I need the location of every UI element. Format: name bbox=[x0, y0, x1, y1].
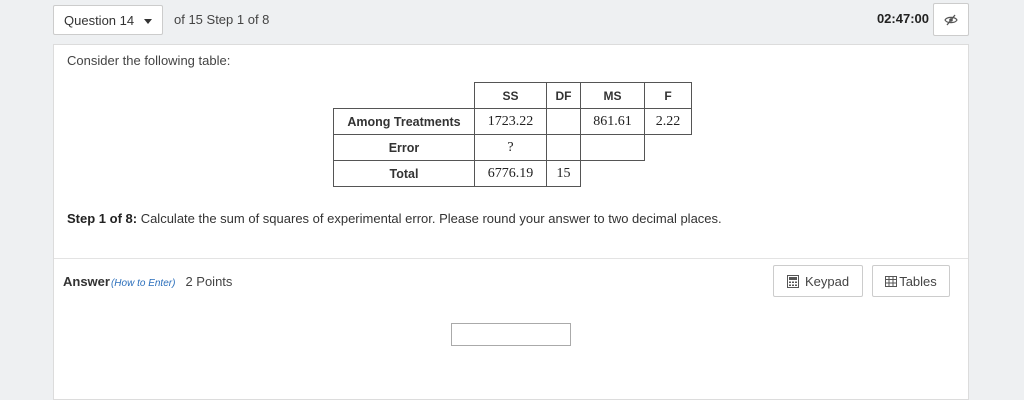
table-cell: 861.61 bbox=[580, 108, 645, 135]
question-select[interactable]: Question 14 bbox=[53, 5, 163, 35]
step-instruction: Step 1 of 8: Calculate the sum of square… bbox=[67, 211, 722, 226]
table-header-row: SS DF MS F bbox=[334, 82, 692, 109]
keypad-button[interactable]: Keypad bbox=[773, 265, 863, 297]
table-cell bbox=[546, 134, 581, 161]
keypad-label: Keypad bbox=[804, 273, 850, 289]
points-label: 2 Points bbox=[185, 274, 233, 289]
step-text: Calculate the sum of squares of experime… bbox=[137, 211, 722, 226]
table-cell bbox=[580, 134, 645, 161]
caret-down-icon bbox=[144, 19, 152, 24]
column-header: DF bbox=[546, 82, 581, 109]
answer-label: Answer bbox=[63, 274, 110, 289]
table-row: Among Treatments 1723.22 861.61 2.22 bbox=[333, 108, 692, 135]
divider bbox=[54, 258, 968, 259]
table-row: Error ? bbox=[333, 134, 692, 161]
row-header: Total bbox=[333, 160, 475, 187]
question-progress: of 15 Step 1 of 8 bbox=[174, 12, 270, 27]
table-cell: 2.22 bbox=[644, 108, 692, 135]
row-header: Among Treatments bbox=[333, 108, 475, 135]
table-row: Total 6776.19 15 bbox=[333, 160, 692, 187]
column-header: MS bbox=[580, 82, 645, 109]
hide-timer-button[interactable] bbox=[933, 3, 969, 36]
table-cell: 1723.22 bbox=[474, 108, 547, 135]
table-cell bbox=[546, 108, 581, 135]
question-panel: Consider the following table: SS DF MS F… bbox=[53, 44, 969, 400]
timer: 02:47:00 bbox=[876, 11, 929, 26]
question-prompt: Consider the following table: bbox=[67, 53, 231, 68]
table-cell: 15 bbox=[546, 160, 581, 187]
column-header: SS bbox=[474, 82, 547, 109]
how-to-enter-link[interactable]: (How to Enter) bbox=[111, 278, 175, 289]
step-label: Step 1 of 8: bbox=[67, 211, 138, 226]
table-cell-blank bbox=[645, 161, 692, 187]
row-header: Error bbox=[333, 134, 475, 161]
calculator-icon bbox=[786, 274, 799, 288]
column-header: F bbox=[644, 82, 692, 109]
tables-button[interactable]: Tables bbox=[872, 265, 950, 297]
table-cell: ? bbox=[474, 134, 547, 161]
answer-input[interactable] bbox=[451, 323, 571, 346]
table-icon bbox=[885, 275, 898, 287]
eye-slash-icon bbox=[944, 14, 958, 25]
table-cell-blank bbox=[581, 161, 645, 187]
answer-header: Answer(How to Enter) 2 Points bbox=[63, 274, 232, 289]
table-cell-blank bbox=[645, 135, 692, 161]
top-bar: Question 14 of 15 Step 1 of 8 02:47:00 bbox=[53, 0, 969, 40]
table-cell: 6776.19 bbox=[474, 160, 547, 187]
question-select-label: Question 14 bbox=[64, 13, 135, 28]
table-corner bbox=[334, 83, 475, 109]
tables-label: Tables bbox=[899, 273, 937, 289]
anova-table: SS DF MS F Among Treatments 1723.22 861.… bbox=[333, 82, 692, 187]
